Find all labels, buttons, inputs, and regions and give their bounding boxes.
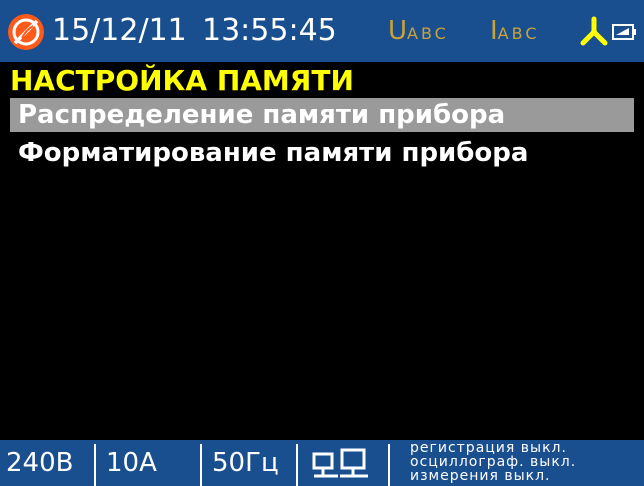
divider xyxy=(296,444,298,486)
divider xyxy=(200,444,202,486)
menu-item-label: Распределение памяти прибора xyxy=(18,100,506,130)
recording-status: регистрация выкл. осциллограф. выкл. изм… xyxy=(410,441,642,483)
current-phase-indicator: IABC xyxy=(490,14,539,48)
status-line-oscillograph: осциллограф. выкл. xyxy=(410,454,577,470)
network-computers-icon xyxy=(312,448,368,478)
bottom-status-bar: 240В 10А 50Гц регистрация выкл. осциллог… xyxy=(0,440,644,486)
current-indicator-symbol: I xyxy=(490,16,498,46)
date-display: 15/12/11 xyxy=(52,13,187,48)
top-status-bar: 15/12/11 13:55:45 UABC IABC xyxy=(0,0,644,62)
menu-item-memory-format[interactable]: Форматирование памяти прибора xyxy=(10,136,634,170)
three-phase-star-icon xyxy=(580,16,608,46)
divider xyxy=(94,444,96,486)
divider xyxy=(388,444,390,486)
voltage-indicator-phases: ABC xyxy=(407,24,449,43)
status-line-recording: регистрация выкл. xyxy=(410,440,567,456)
current-indicator-phases: ABC xyxy=(497,24,540,43)
device-screen: 15/12/11 13:55:45 UABC IABC НАСТРОЙКА ПА… xyxy=(0,0,644,486)
status-line-measurements: измерения выкл. xyxy=(410,468,551,484)
voltage-value: 240В xyxy=(6,448,74,478)
battery-icon xyxy=(612,24,636,40)
voltage-phase-indicator: UABC xyxy=(388,14,449,48)
no-signal-icon xyxy=(8,14,44,50)
voltage-indicator-symbol: U xyxy=(388,16,408,46)
menu-item-memory-allocation[interactable]: Распределение памяти прибора xyxy=(10,98,634,132)
menu-title: НАСТРОЙКА ПАМЯТИ xyxy=(10,64,354,97)
current-value: 10А xyxy=(106,448,157,478)
menu-item-label: Форматирование памяти прибора xyxy=(18,138,529,168)
time-display: 13:55:45 xyxy=(202,13,337,48)
frequency-value: 50Гц xyxy=(212,448,279,478)
